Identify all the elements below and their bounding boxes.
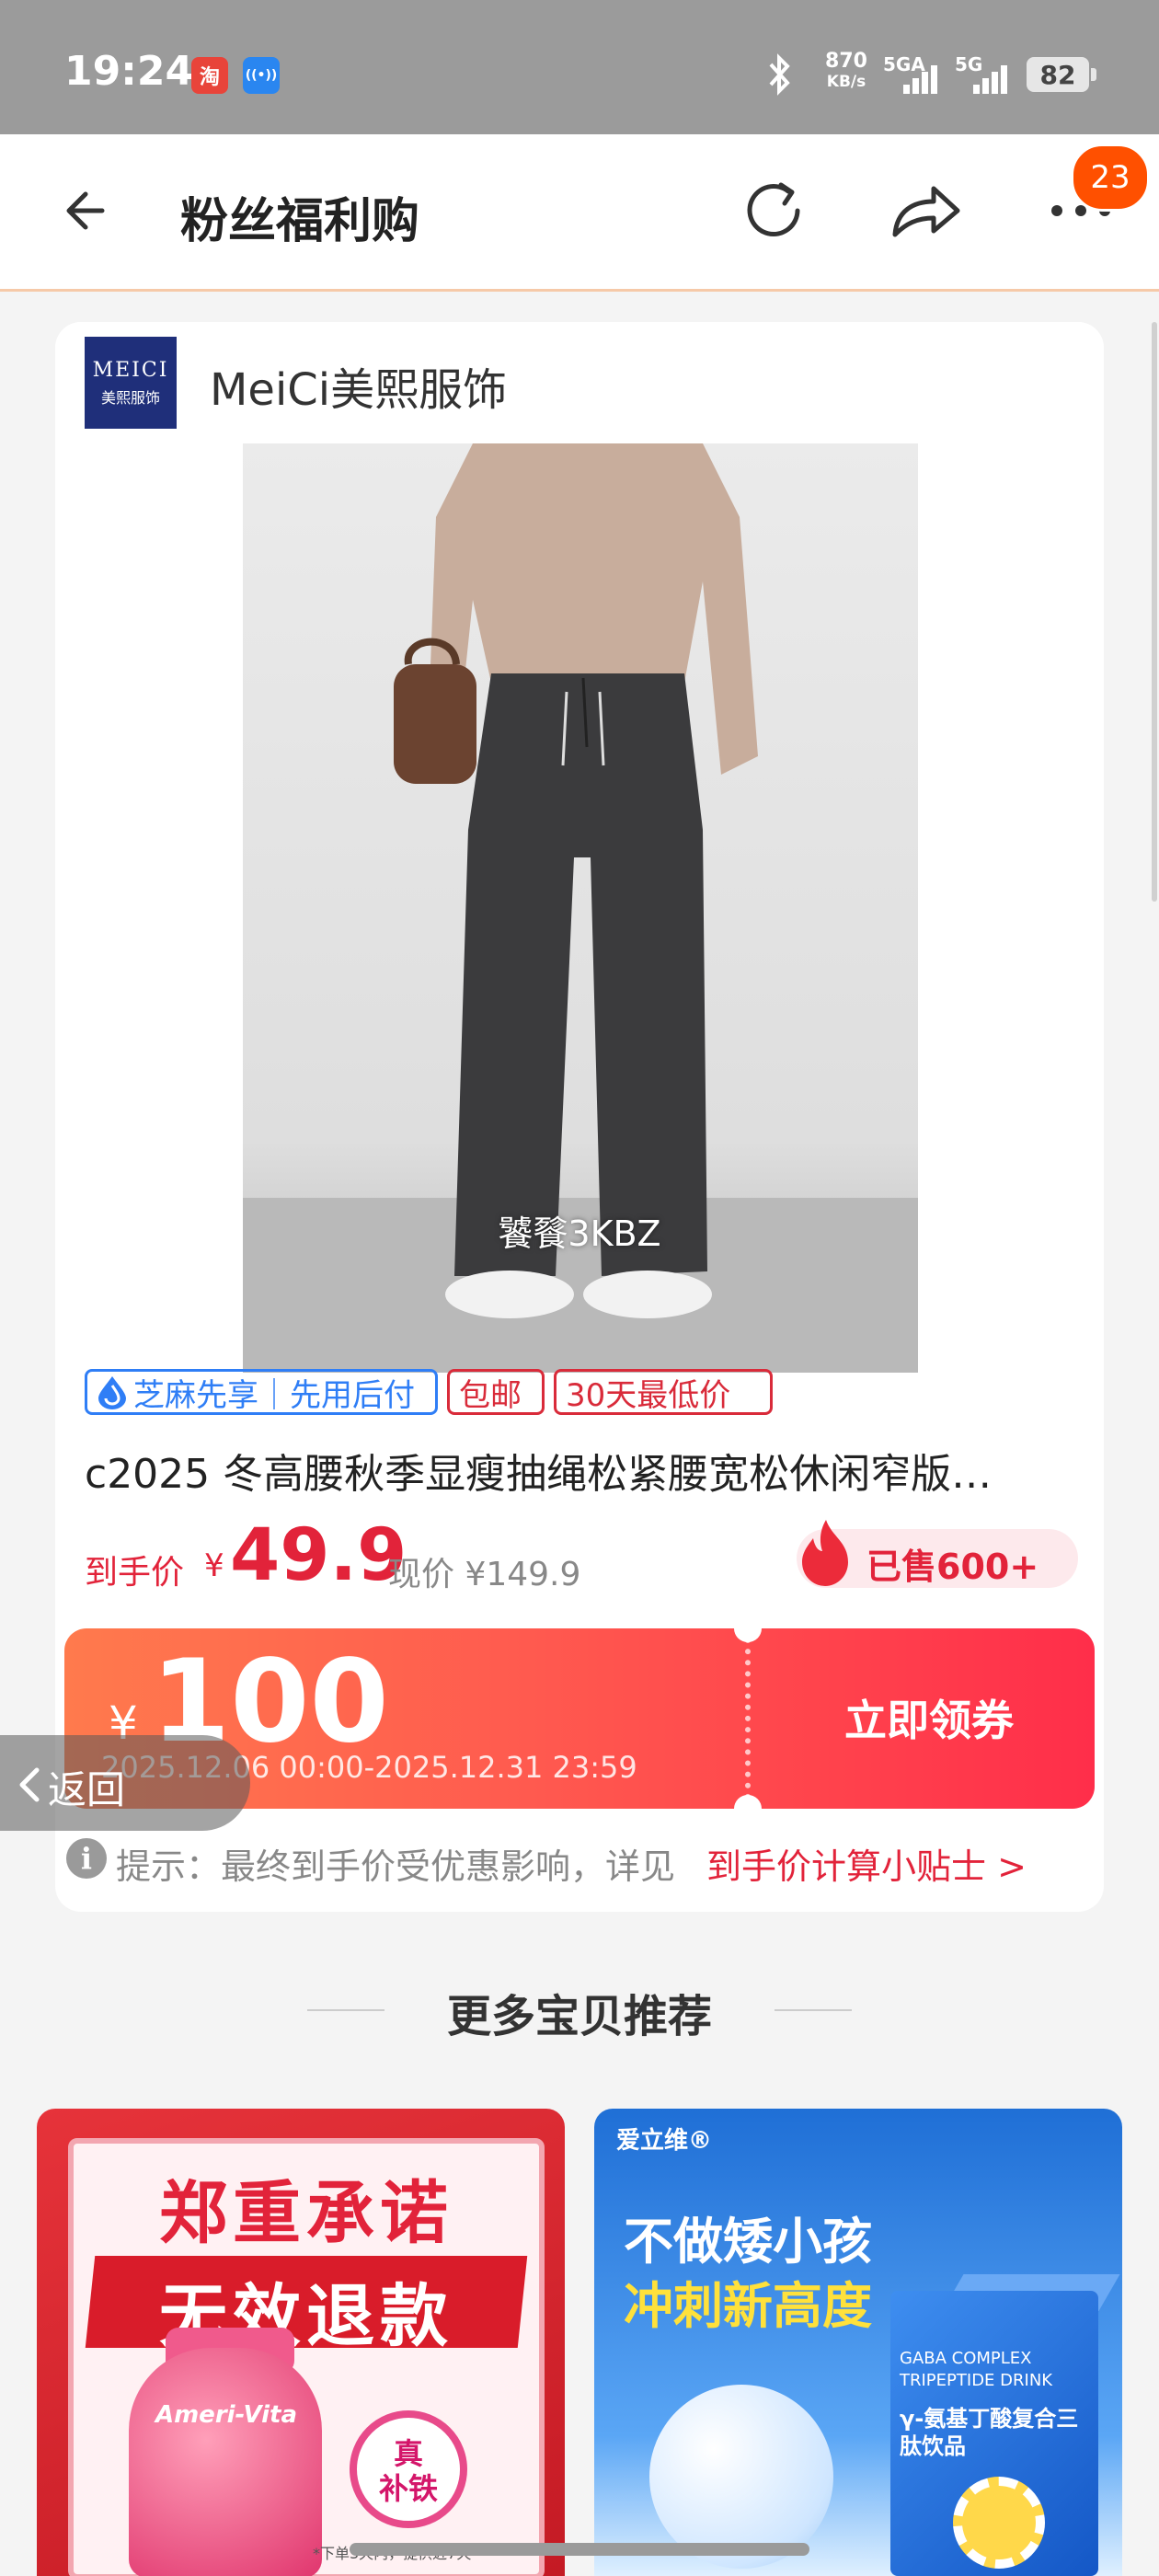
net-speed: 870 KB/s [825, 50, 867, 92]
product-title[interactable]: c2025 冬高腰秋季显瘦抽绳松紧腰宽松休闲窄版… [85, 1441, 1078, 1500]
price-currency: ¥ [204, 1547, 224, 1584]
free-shipping-tag: 包邮 [447, 1369, 545, 1415]
refresh-icon [747, 182, 800, 236]
info-icon: i [66, 1838, 107, 1879]
shop-logo[interactable]: MEICI 美熙服饰 [85, 337, 177, 429]
gesture-bar[interactable] [350, 2543, 809, 2556]
signal-icon [973, 65, 1007, 94]
price-tip-text: 提示：最终到手价受优惠影响，详见 [116, 1846, 676, 1887]
message-count-badge[interactable]: 23 [1071, 144, 1150, 212]
signal-icon [903, 65, 937, 94]
box-english-text: GABA COMPLEX TRIPEPTIDE DRINK [900, 2349, 1053, 2390]
final-price-label: 到手价 [85, 1554, 185, 1592]
coupon-notch [734, 1795, 762, 1809]
back-arrow-icon [66, 191, 105, 230]
share-icon [892, 186, 960, 237]
lowest-price-tag: 30天最低价 [554, 1369, 773, 1415]
drop-graphic [649, 2385, 833, 2569]
water-drop-icon [98, 1376, 126, 1409]
flower-mascot [953, 2477, 1045, 2569]
recommend-title: 更多宝贝推荐 [446, 1991, 712, 2042]
taobao-app-icon: 淘 [191, 57, 228, 94]
iron-seal: 真 补铁 [350, 2410, 467, 2528]
battery-icon: 82 [1027, 57, 1089, 92]
scrollbar[interactable] [1152, 322, 1157, 902]
product-card: MEICI 美熙服饰 MeiCi美熙服饰 饕餮3KBZ 芝麻先享｜先用后付 包邮… [55, 322, 1104, 1912]
zhima-tag: 芝麻先享｜先用后付 [85, 1369, 438, 1415]
ad-brand: 爱立维® [616, 2127, 713, 2155]
battery-tip [1091, 68, 1096, 81]
bottle-label: Ameri-Vita [155, 2401, 298, 2429]
supplement-bottle [129, 2348, 322, 2576]
nav-bar: 粉丝福利购 23 [0, 134, 1159, 292]
sold-count: 已售600+ [866, 1547, 1039, 1587]
fire-icon [802, 1520, 848, 1586]
current-price: 现价 ¥149.9 [388, 1556, 581, 1593]
divider-line [775, 2009, 852, 2011]
box-chinese-text: γ-氨基丁酸复合三肽饮品 [900, 2406, 1079, 2459]
ad-subheadline: 无效退款 [159, 2277, 453, 2356]
share-button[interactable] [885, 169, 968, 252]
bluetooth-icon [769, 53, 790, 96]
product-code-overlay: 饕餮3KBZ [498, 1213, 661, 1254]
ad-subheadline: 冲刺新高度 [624, 2277, 872, 2335]
status-bar: 19:24 淘 ((•)) 870 KB/s 5GA 5G 82 [0, 0, 1159, 134]
recommend-item[interactable]: 郑重承诺 无效退款 Ameri-Vita 真 补铁 *下单3天内，提供近7天 [37, 2109, 565, 2576]
ad-headline: 不做矮小孩 [624, 2213, 872, 2271]
shop-header[interactable]: MEICI 美熙服饰 MeiCi美熙服饰 [55, 322, 1104, 442]
final-price: 49.9 [230, 1514, 407, 1597]
coupon-notch [734, 1628, 762, 1642]
recommend-item[interactable]: 爱立维® 不做矮小孩 冲刺新高度 GABA COMPLEX TRIPEPTIDE… [594, 2109, 1122, 2576]
refresh-button[interactable] [732, 169, 815, 252]
back-button[interactable] [50, 169, 132, 252]
hotspot-app-icon: ((•)) [243, 57, 280, 94]
status-time: 19:24 [64, 48, 194, 95]
coupon-divider [745, 1638, 751, 1800]
price-tip-link[interactable]: 到手价计算小贴士 > [706, 1838, 1027, 1889]
page-title: 粉丝福利购 [180, 194, 420, 249]
floating-back-label[interactable]: 返回 [48, 1759, 125, 1815]
claim-coupon-button[interactable]: 立即领券 [791, 1687, 1067, 1748]
shop-name[interactable]: MeiCi美熙服饰 [210, 353, 507, 418]
ad-headline: 郑重承诺 [159, 2174, 453, 2253]
chevron-left-icon [19, 1767, 40, 1802]
